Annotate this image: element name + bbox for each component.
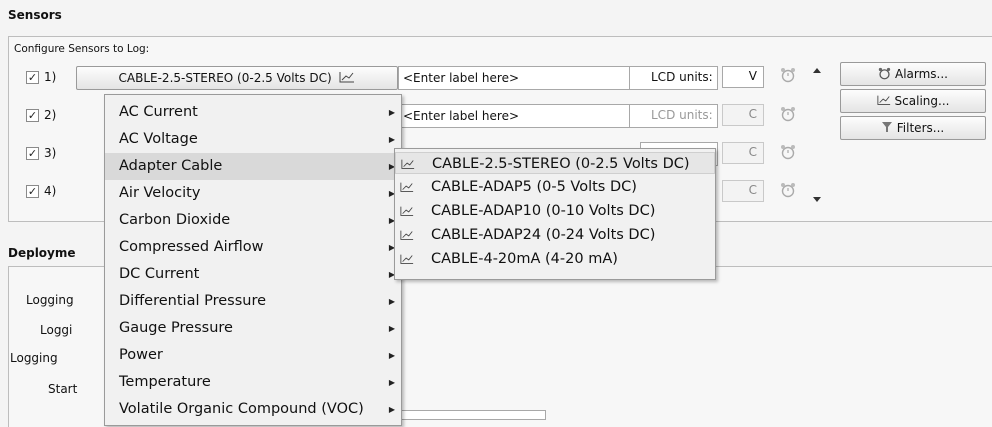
alarm-clock-icon[interactable] [780, 144, 796, 160]
sensor-4-checkbox[interactable]: ✓ [26, 185, 39, 198]
scroll-up-arrow-icon[interactable] [812, 66, 822, 74]
sensor-4-unit-field[interactable]: C [722, 180, 764, 202]
submenu-arrow-icon: ▶ [388, 297, 395, 306]
deployment-section-title: Deployme [8, 246, 76, 260]
chart-icon [339, 72, 355, 83]
sensor-4-number: 4) [44, 184, 57, 198]
submenu-arrow-icon: ▶ [388, 324, 395, 333]
menu-item-differential-pressure[interactable]: Differential Pressure ▶ [105, 288, 401, 315]
sensor-2-label-field[interactable]: <Enter label here> [398, 104, 630, 128]
submenu-item-cable-adap5[interactable]: CABLE-ADAP5 (0-5 Volts DC) [395, 176, 715, 198]
configure-sensors-label: Configure Sensors to Log: [14, 43, 150, 55]
menu-item-ac-voltage[interactable]: AC Voltage ▶ [105, 126, 401, 153]
chart-icon [400, 206, 414, 216]
chart-icon [400, 254, 414, 264]
chart-icon [401, 159, 415, 169]
sensor-1-number: 1) [44, 70, 57, 84]
menu-item-gauge-pressure[interactable]: Gauge Pressure ▶ [105, 315, 401, 342]
sensor-list-scrollbar[interactable] [808, 62, 826, 208]
alarm-clock-icon[interactable] [780, 67, 796, 83]
alarms-button[interactable]: Alarms... [840, 62, 986, 86]
alarm-clock-icon[interactable] [780, 182, 796, 198]
sensors-section-title: Sensors [8, 8, 62, 22]
sensor-3-number: 3) [44, 146, 57, 160]
submenu-arrow-icon: ▶ [388, 351, 395, 360]
submenu-arrow-icon: ▶ [388, 108, 395, 117]
scaling-button-label: Scaling... [894, 94, 950, 108]
filters-button-label: Filters... [896, 121, 945, 135]
menu-item-ac-current[interactable]: AC Current ▶ [105, 99, 401, 126]
sensor-1-label-field[interactable]: <Enter label here> [398, 66, 630, 90]
submenu-arrow-icon: ▶ [388, 378, 395, 387]
deployment-label-2: Loggi [40, 323, 73, 337]
sensor-2-lcd-label: LCD units: [651, 108, 713, 122]
submenu-arrow-icon: ▶ [388, 405, 395, 414]
menu-item-compressed-airflow[interactable]: Compressed Airflow ▶ [105, 234, 401, 261]
filter-icon [881, 122, 892, 132]
sensor-2-number: 2) [44, 108, 57, 122]
deployment-label-4: Start [48, 382, 78, 396]
sensor-1-type-button[interactable]: CABLE-2.5-STEREO (0-2.5 Volts DC) [76, 66, 398, 90]
sensor-1-lcd-label: LCD units: [651, 70, 713, 84]
filters-button[interactable]: Filters... [840, 116, 986, 140]
deployment-label-3: Logging [10, 351, 58, 365]
chart-icon [876, 95, 890, 105]
sensor-type-menu: AC Current ▶ AC Voltage ▶ Adapter Cable ▶ A… [104, 94, 402, 426]
alarm-clock-icon [878, 67, 891, 80]
menu-item-adapter-cable[interactable]: Adapter Cable ▶ [105, 153, 401, 180]
scaling-button[interactable]: Scaling... [840, 89, 986, 113]
sensor-3-checkbox[interactable]: ✓ [26, 147, 39, 160]
chart-icon [400, 182, 414, 192]
sensor-3-unit-field[interactable]: C [722, 142, 764, 164]
menu-item-dc-current[interactable]: DC Current ▶ [105, 261, 401, 288]
sensor-2-unit-field[interactable]: C [722, 104, 764, 126]
sensor-1-type-label: CABLE-2.5-STEREO (0-2.5 Volts DC) [118, 71, 332, 85]
deployment-field-partial[interactable] [400, 410, 546, 420]
sensor-2-checkbox[interactable]: ✓ [26, 109, 39, 122]
menu-item-carbon-dioxide[interactable]: Carbon Dioxide ▶ [105, 207, 401, 234]
sensor-1-checkbox[interactable]: ✓ [26, 71, 39, 84]
menu-item-temperature[interactable]: Temperature ▶ [105, 369, 401, 396]
alarm-clock-icon[interactable] [780, 106, 796, 122]
menu-item-power[interactable]: Power ▶ [105, 342, 401, 369]
chart-icon [400, 230, 414, 240]
submenu-item-cable-2-5-stereo[interactable]: CABLE-2.5-STEREO (0-2.5 Volts DC) [395, 152, 715, 174]
menu-item-air-velocity[interactable]: Air Velocity ▶ [105, 180, 401, 207]
submenu-item-cable-4-20ma[interactable]: CABLE-4-20mA (4-20 mA) [395, 248, 715, 270]
scroll-down-arrow-icon[interactable] [812, 196, 822, 204]
alarms-button-label: Alarms... [894, 67, 948, 81]
adapter-cable-submenu: CABLE-2.5-STEREO (0-2.5 Volts DC) CABLE-… [394, 148, 716, 280]
sensor-1-unit-field[interactable]: V [722, 66, 764, 88]
menu-item-voc[interactable]: Volatile Organic Compound (VOC) ▶ [105, 396, 401, 423]
deployment-label-1: Logging [26, 293, 74, 307]
submenu-item-cable-adap10[interactable]: CABLE-ADAP10 (0-10 Volts DC) [395, 200, 715, 222]
submenu-item-cable-adap24[interactable]: CABLE-ADAP24 (0-24 Volts DC) [395, 224, 715, 246]
